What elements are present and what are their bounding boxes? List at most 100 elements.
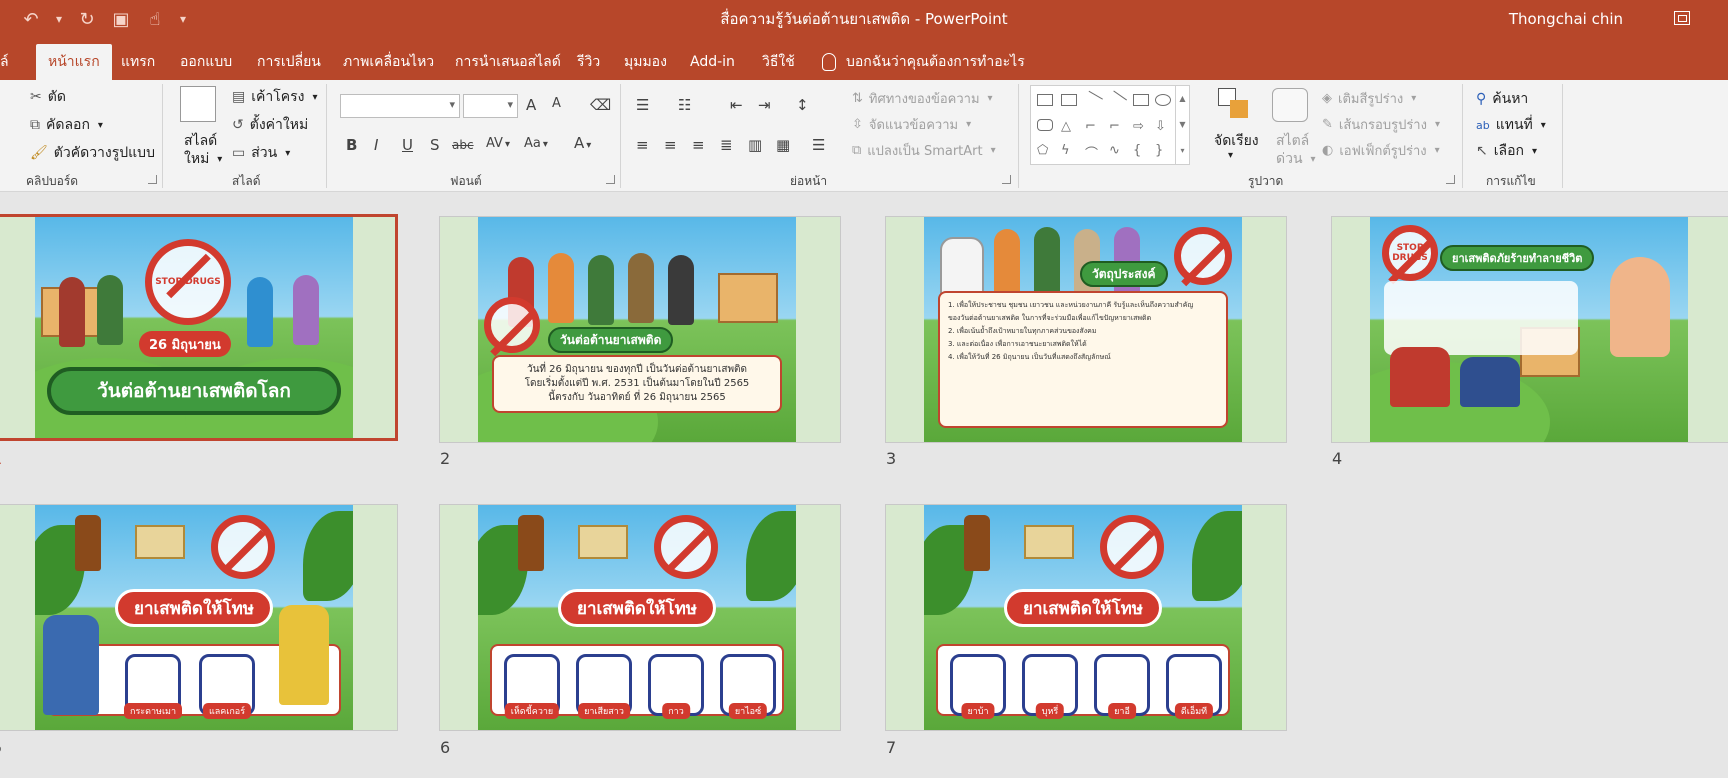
clipboard-launcher-icon[interactable] bbox=[148, 175, 157, 184]
reset-button[interactable]: ↺ ตั้งค่าใหม่ bbox=[232, 114, 308, 136]
arrange-dropdown-icon[interactable]: ▾ bbox=[1228, 150, 1233, 161]
right-brace-shape-icon[interactable]: } bbox=[1155, 143, 1171, 158]
arrow-line-shape-icon[interactable] bbox=[1107, 90, 1127, 110]
textbox-shape-icon[interactable] bbox=[1037, 94, 1053, 106]
tab-transitions[interactable]: การเปลี่ยน bbox=[257, 44, 321, 80]
replace-button[interactable]: ab แทนที่ bbox=[1476, 114, 1546, 136]
slide-thumbnail-4[interactable]: STOP DRUGS ยาเสพติดภัยร้ายทำลายชีวิต bbox=[1331, 216, 1728, 443]
arrange-button[interactable]: จัดเรียง bbox=[1214, 130, 1259, 152]
group-separator bbox=[1018, 84, 1019, 188]
drawing-launcher-icon[interactable] bbox=[1446, 175, 1455, 184]
shape-effects-button[interactable]: ◐ เอฟเฟ็กต์รูปร่าง bbox=[1322, 140, 1440, 161]
new-slide-icon[interactable] bbox=[180, 86, 216, 122]
font-size-combo[interactable] bbox=[463, 94, 518, 118]
copy-button[interactable]: ⧉ คัดลอก bbox=[30, 114, 103, 136]
undo-dropdown-icon[interactable]: ▾ bbox=[48, 0, 70, 38]
rounded-rect-shape-icon[interactable] bbox=[1037, 119, 1053, 131]
decrease-indent-icon[interactable]: ⇤ bbox=[730, 96, 743, 114]
text-columns-icon[interactable]: ▦ bbox=[776, 136, 790, 154]
presentation-icon[interactable]: ▣ bbox=[104, 0, 138, 38]
slide-thumbnail-3[interactable]: วัตถุประสงค์ 1. เพื่อให้ประชาชน ชุมชน เย… bbox=[885, 216, 1287, 443]
slide-thumbnail-2[interactable]: วันต่อต้านยาเสพติด วันที่ 26 มิถุนายน ขอ… bbox=[439, 216, 841, 443]
tab-animations[interactable]: ภาพเคลื่อนไหว bbox=[343, 44, 434, 80]
line-spacing-icon[interactable]: ↕ bbox=[796, 96, 809, 114]
font-launcher-icon[interactable] bbox=[606, 175, 615, 184]
font-name-combo[interactable] bbox=[340, 94, 460, 118]
slide-thumbnail-1[interactable]: STOP DRUGS 26 มิถุนายน วันต่อต้านยาเสพติ… bbox=[0, 214, 398, 441]
convert-smartart-button[interactable]: ⧉ แปลงเป็น SmartArt bbox=[852, 140, 996, 161]
undo-icon[interactable]: ↶ bbox=[14, 0, 48, 38]
arc-shape-icon[interactable]: ⌒ bbox=[1085, 143, 1101, 162]
line-shape-icon[interactable] bbox=[1083, 90, 1103, 110]
distributed-icon[interactable]: ▥ bbox=[748, 136, 762, 154]
select-button[interactable]: ↖ เลือก bbox=[1476, 140, 1537, 162]
tab-design[interactable]: ออกแบบ bbox=[180, 44, 232, 80]
shape-fill-button[interactable]: ◈ เติมสีรูปร่าง bbox=[1322, 88, 1416, 109]
paragraph-launcher-icon[interactable] bbox=[1002, 175, 1011, 184]
shape-outline-button[interactable]: ✎ เส้นกรอบรูปร่าง bbox=[1322, 114, 1440, 135]
shadow-button[interactable]: S bbox=[430, 136, 440, 154]
customize-toolbar-icon[interactable]: ▾ bbox=[172, 0, 194, 38]
person bbox=[668, 255, 694, 325]
italic-button[interactable]: I bbox=[374, 136, 378, 154]
quick-styles-dropdown[interactable]: ด่วน bbox=[1276, 148, 1316, 170]
tab-add-in[interactable]: Add-in bbox=[690, 44, 735, 80]
tell-me-box[interactable]: บอกฉันว่าคุณต้องการทำอะไร bbox=[822, 44, 1025, 80]
justify-icon[interactable]: ≣ bbox=[720, 136, 733, 154]
tab-review[interactable]: รีวิว bbox=[577, 44, 600, 80]
change-case-button[interactable]: Aa bbox=[524, 136, 548, 151]
tab-home[interactable]: หน้าแรก bbox=[36, 44, 112, 80]
slide-thumbnail-6[interactable]: ยาเสพติดให้โทษ เห็ดขี้ควาย ยาเสียสาว กาว… bbox=[439, 504, 841, 731]
oval-shape-icon[interactable] bbox=[1155, 94, 1171, 106]
user-name[interactable]: Thongchai chin bbox=[1509, 0, 1623, 38]
section-button[interactable]: ▭ ส่วน bbox=[232, 142, 290, 164]
layout-button[interactable]: ▤ เค้าโครง bbox=[232, 86, 318, 108]
quick-styles-icon[interactable] bbox=[1272, 88, 1308, 122]
align-right-icon[interactable]: ≡ bbox=[692, 136, 705, 154]
paragraph-more-icon[interactable]: ☰ bbox=[812, 136, 825, 154]
text-direction-button[interactable]: ⇅ ทิศทางของข้อความ bbox=[852, 88, 993, 109]
numbering-icon[interactable]: ☷ bbox=[678, 96, 691, 114]
align-left-icon[interactable]: ≡ bbox=[636, 136, 649, 154]
find-button[interactable]: ⚲ ค้นหา bbox=[1476, 88, 1528, 110]
rectangle-shape-icon[interactable] bbox=[1133, 94, 1149, 106]
format-painter-button[interactable]: 🖌 ตัวคัดวางรูปแบบ bbox=[30, 142, 155, 164]
shapes-scroll[interactable]: ▲ ▼ ▾ bbox=[1175, 86, 1189, 164]
increase-indent-icon[interactable]: ⇥ bbox=[758, 96, 771, 114]
vertical-textbox-shape-icon[interactable] bbox=[1061, 94, 1077, 106]
tab-view[interactable]: มุมมอง bbox=[624, 44, 667, 80]
shrink-font-button[interactable]: A bbox=[552, 96, 561, 111]
slide-thumbnail-5[interactable]: ยาเสพติดให้โทษ กระดาษเมา แลคเกอร์ bbox=[0, 504, 398, 731]
touch-mode-icon[interactable]: ☝ bbox=[138, 0, 172, 38]
triangle-shape-icon[interactable]: △ bbox=[1061, 119, 1077, 134]
clear-format-icon[interactable]: ⌫ bbox=[590, 96, 611, 114]
align-text-button[interactable]: ⇳ จัดแนวข้อความ bbox=[852, 114, 971, 135]
tab-insert[interactable]: แทรก bbox=[121, 44, 155, 80]
restore-window-icon[interactable] bbox=[1674, 11, 1690, 25]
strikethrough-button[interactable]: abc bbox=[452, 138, 474, 152]
tab-help[interactable]: วิธีใช้ bbox=[762, 44, 795, 80]
arrange-icon[interactable] bbox=[1218, 88, 1252, 122]
new-slide-dropdown[interactable]: ใหม่ bbox=[184, 148, 222, 170]
elbow-arrow-icon[interactable]: ⌐ bbox=[1109, 119, 1125, 134]
grow-font-button[interactable]: A bbox=[526, 96, 536, 114]
tab-slide-show[interactable]: การนำเสนอสไลด์ bbox=[455, 44, 561, 80]
freeform-shape-icon[interactable]: ⬠ bbox=[1037, 143, 1053, 158]
slide-thumbnail-7[interactable]: ยาเสพติดให้โทษ ยาบ้า บุหรี่ ยาอี ดีเอ็มท… bbox=[885, 504, 1287, 731]
shapes-gallery[interactable]: △ ⌐ ⌐ ⇨ ⇩ ⬠ ϟ ⌒ ∿ { } ▲ ▼ ▾ bbox=[1030, 85, 1190, 165]
character-spacing-button[interactable]: AV bbox=[486, 136, 510, 151]
elbow-connector-icon[interactable]: ⌐ bbox=[1085, 119, 1101, 134]
bold-button[interactable]: B bbox=[346, 136, 357, 154]
cut-button[interactable]: ✂ ตัด bbox=[30, 86, 66, 108]
align-center-icon[interactable]: ≡ bbox=[664, 136, 677, 154]
curve-shape-icon[interactable]: ∿ bbox=[1109, 143, 1125, 158]
right-arrow-shape-icon[interactable]: ⇨ bbox=[1133, 119, 1149, 134]
scribble-shape-icon[interactable]: ϟ bbox=[1061, 143, 1077, 158]
redo-icon[interactable]: ↻ bbox=[70, 0, 104, 38]
tab-file[interactable]: ล์ bbox=[0, 44, 9, 80]
down-arrow-shape-icon[interactable]: ⇩ bbox=[1155, 119, 1171, 134]
underline-button[interactable]: U bbox=[402, 136, 413, 154]
left-brace-shape-icon[interactable]: { bbox=[1133, 143, 1149, 158]
font-color-button[interactable]: A bbox=[574, 134, 591, 152]
bullets-icon[interactable]: ☰ bbox=[636, 96, 649, 114]
